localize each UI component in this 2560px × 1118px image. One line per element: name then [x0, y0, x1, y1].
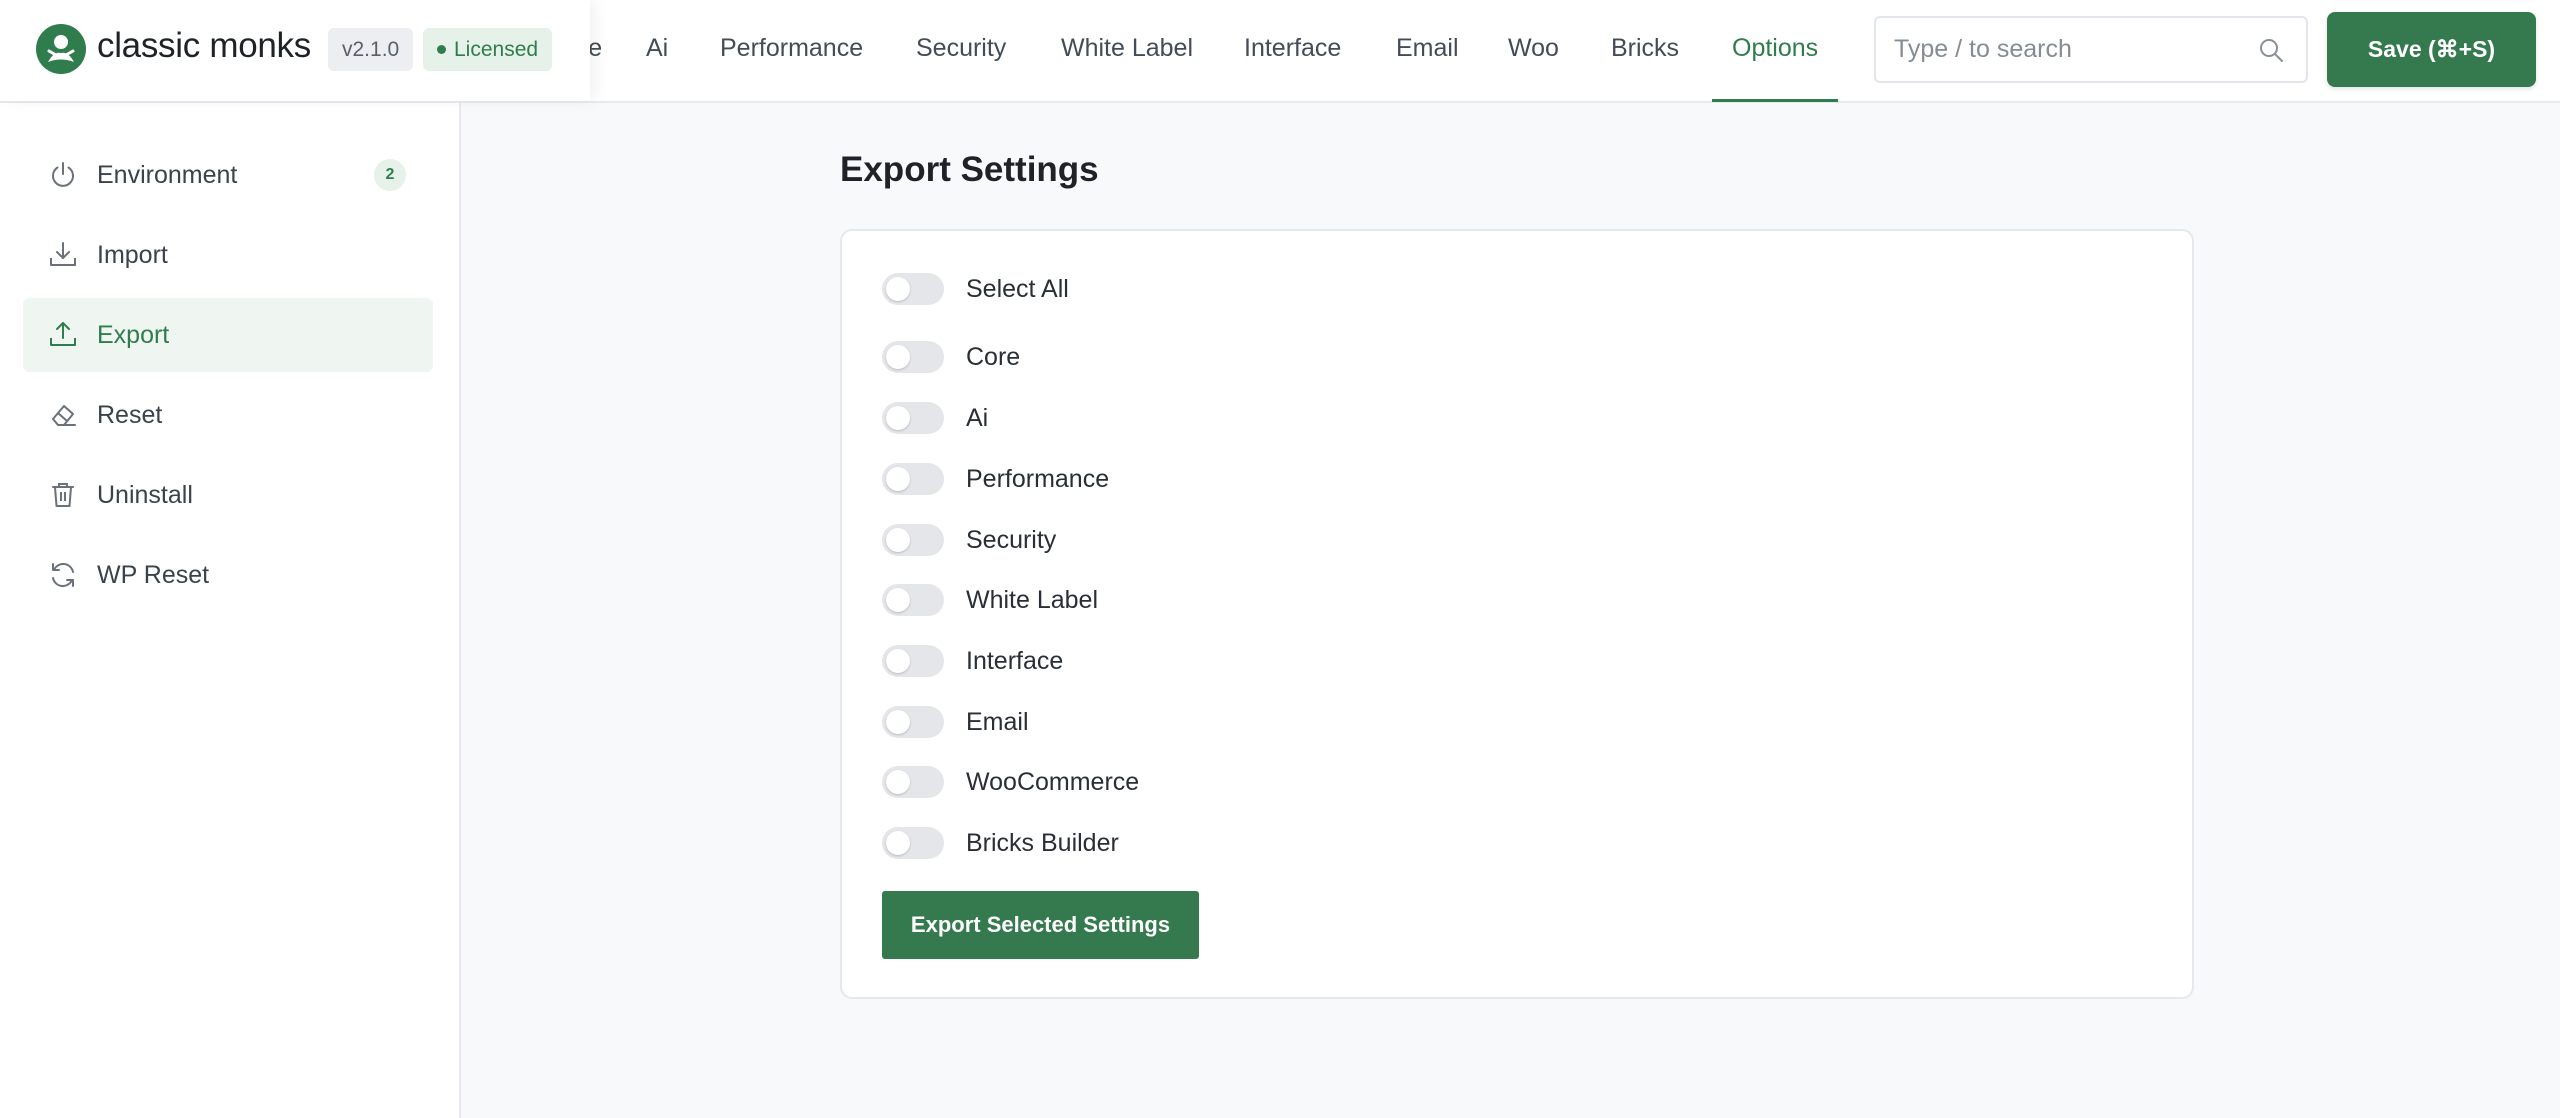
sidebar-item-environment[interactable]: Environment 2	[23, 138, 433, 212]
version-badge: v2.1.0	[328, 28, 414, 71]
save-button[interactable]: Save (⌘+S)	[2327, 12, 2536, 87]
top-bar: Core Ai Performance Security White Label…	[0, 0, 2560, 103]
select-all-toggle[interactable]	[882, 273, 944, 305]
download-icon	[50, 242, 76, 266]
tab-email[interactable]: Email	[1396, 0, 1459, 101]
option-security-toggle[interactable]	[882, 524, 944, 556]
option-label: WooCommerce	[966, 768, 1140, 796]
option-interface-toggle[interactable]	[882, 645, 944, 677]
search-box	[1874, 16, 2308, 83]
tab-performance[interactable]: Performance	[720, 0, 863, 101]
export-selected-button[interactable]: Export Selected Settings	[882, 891, 1199, 959]
brand-name: classic monks	[97, 26, 311, 65]
sidebar-item-label: WP Reset	[97, 561, 210, 589]
option-woocommerce-toggle[interactable]	[882, 766, 944, 798]
eraser-icon	[52, 405, 76, 426]
license-badge: Licensed	[423, 28, 553, 71]
trash-icon	[52, 483, 74, 507]
license-status-label: Licensed	[454, 38, 539, 61]
search-input[interactable]	[1894, 18, 2254, 81]
select-all-label: Select All	[966, 275, 1069, 303]
option-email-toggle[interactable]	[882, 706, 944, 738]
option-ai-toggle[interactable]	[882, 402, 944, 434]
option-label: Core	[966, 343, 1021, 371]
tab-white-label[interactable]: White Label	[1061, 0, 1193, 101]
option-label: White Label	[966, 586, 1099, 614]
sidebar-item-wp-reset[interactable]: WP Reset	[23, 538, 433, 612]
page-title: Export Settings	[840, 150, 1099, 189]
option-label: Security	[966, 526, 1057, 554]
brand-area: classic monks v2.1.0 Licensed	[0, 0, 590, 101]
option-label: Bricks Builder	[966, 829, 1119, 857]
environment-count-badge: 2	[374, 159, 406, 191]
search-icon[interactable]	[2258, 37, 2284, 63]
option-label: Interface	[966, 647, 1064, 675]
status-dot-icon	[437, 45, 446, 54]
tab-woo[interactable]: Woo	[1508, 0, 1559, 101]
sidebar-item-label: Import	[97, 241, 168, 269]
tab-security[interactable]: Security	[916, 0, 1006, 101]
option-bricks-builder-toggle[interactable]	[882, 827, 944, 859]
upload-icon	[50, 322, 76, 346]
sidebar-item-import[interactable]: Import	[23, 218, 433, 292]
sidebar-item-label: Export	[97, 321, 170, 349]
option-performance-toggle[interactable]	[882, 463, 944, 495]
option-label: Email	[966, 708, 1029, 736]
sidebar-item-reset[interactable]: Reset	[23, 378, 433, 452]
tab-bricks[interactable]: Bricks	[1611, 0, 1679, 101]
sidebar-item-label: Uninstall	[97, 481, 193, 509]
refresh-icon	[52, 562, 74, 588]
tab-options[interactable]: Options	[1711, 0, 1839, 102]
tab-interface[interactable]: Interface	[1244, 0, 1341, 101]
option-core-toggle[interactable]	[882, 341, 944, 373]
sidebar-item-label: Environment	[97, 161, 238, 189]
power-icon	[52, 162, 74, 187]
sidebar-item-label: Reset	[97, 401, 163, 429]
option-label: Ai	[966, 404, 989, 432]
sidebar: Environment 2 Import Export Reset Uninst…	[0, 103, 461, 1118]
sidebar-item-export[interactable]: Export	[23, 298, 433, 372]
tab-ai[interactable]: Ai	[646, 0, 668, 101]
monk-logo-icon[interactable]	[36, 24, 86, 74]
option-white-label-toggle[interactable]	[882, 584, 944, 616]
export-settings-card: Select All Core Ai Performance Security …	[840, 229, 2194, 999]
sidebar-item-uninstall[interactable]: Uninstall	[23, 458, 433, 532]
option-label: Performance	[966, 465, 1110, 493]
